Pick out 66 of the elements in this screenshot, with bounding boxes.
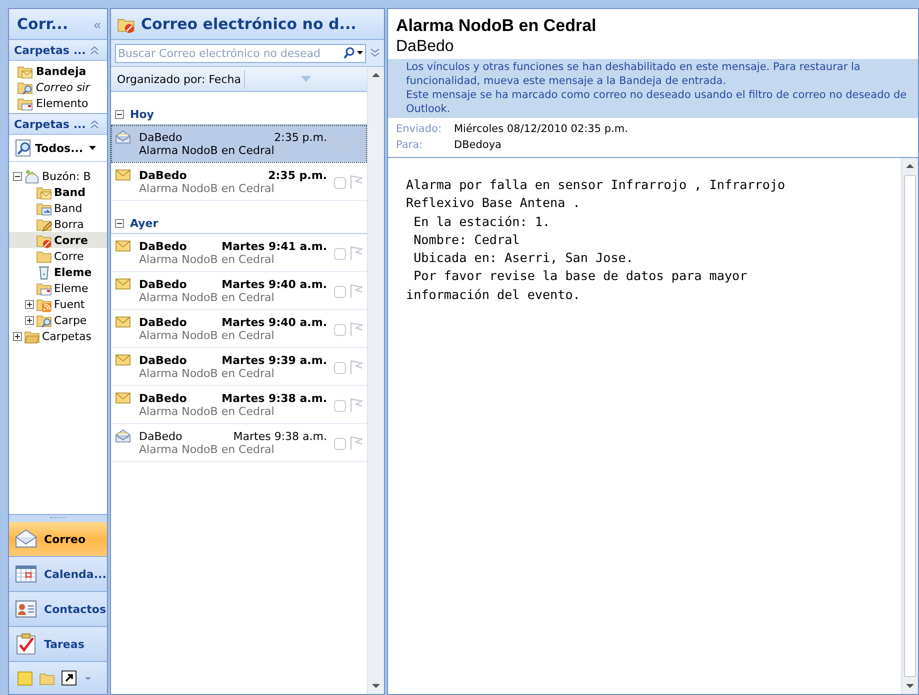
message-item[interactable]: DaBedo Martes 9:39 a.m. Alarma NodoB en Cedral (111, 348, 367, 386)
message-subject: Alarma NodoB en Cedral (139, 182, 276, 194)
message-subject: Alarma NodoB en Cedral (139, 328, 276, 342)
message-subject: Alarma NodoB en Cedral (139, 442, 276, 456)
pane-title: Corr... (17, 15, 68, 33)
received-time: Martes 9:39 a.m. (222, 354, 327, 366)
field-value: Miércoles 08/12/2010 02:35 p.m. (454, 123, 628, 135)
received-time: Martes 9:38 a.m. (233, 430, 327, 442)
view-dropdown[interactable]: Todos... (15, 139, 100, 157)
field-value: DBedoya (454, 139, 502, 151)
sender: DaBedo (139, 168, 187, 182)
message-item[interactable]: DaBedo Martes 9:40 a.m. Alarma NodoB en Cedral (111, 310, 367, 348)
received-time: Martes 9:38 a.m. (222, 392, 327, 404)
section-title: Carpetas ... (14, 44, 86, 56)
folder-item[interactable]: Corre (9, 248, 107, 264)
message-item[interactable]: DaBedo 2:35 p.m. Alarma NodoB en Cedral (111, 163, 367, 201)
info-bar[interactable]: Los vínculos y otras funciones se han deshabilitado en este mensaje. Para restaurar la funcionalidad, mueva este mensaje a la Bandeja de entrada. Este mensaje se ha marcado como correo no deseado usando el filtro de correo no deseado de Outlook. (388, 59, 918, 118)
message-subject: Alarma NodoB en Cedral (139, 144, 276, 156)
message-item[interactable]: DaBedo Martes 9:38 a.m. Alarma NodoB en Cedral (111, 386, 367, 424)
nav-button[interactable]: Calenda... (9, 557, 107, 592)
message-subject: Alarma NodoB en Cedral (139, 290, 276, 304)
folder-item[interactable]: Fuent (9, 296, 107, 312)
folder-title: Correo electrónico no d... (141, 15, 356, 33)
message-subject: Alarma NodoB en Cedral (139, 252, 276, 266)
nav-button[interactable]: Contactos (9, 592, 107, 627)
field-label: Enviado: (396, 123, 442, 135)
sender: DaBedo (139, 278, 187, 290)
sender: DaBedo (395, 37, 455, 57)
message-item[interactable]: DaBedo Martes 9:41 a.m. Alarma NodoB en Cedral (111, 234, 367, 272)
nav-button[interactable]: Correo (9, 522, 107, 557)
sender: DaBedo (139, 240, 187, 252)
sender: DaBedo (139, 392, 187, 404)
sender: DaBedo (139, 130, 182, 144)
sender: DaBedo (139, 316, 187, 328)
folder-item[interactable]: Borra (9, 216, 107, 232)
received-time: 2:35 p.m. (274, 130, 327, 144)
folder-item[interactable]: Carpetas (9, 328, 107, 344)
message-subject: Alarma NodoB en Cedral (395, 15, 598, 36)
folder-item[interactable]: Correo sir (17, 79, 107, 95)
folder-item[interactable]: Carpe (9, 312, 107, 328)
folder-item[interactable]: Band (9, 200, 107, 216)
message-item[interactable]: DaBedo 2:35 p.m. Alarma NodoB en Cedral (111, 125, 367, 163)
message-subject: Alarma NodoB en Cedral (139, 404, 276, 418)
folder-item[interactable]: Corre (9, 232, 107, 248)
group-header: Ayer (130, 216, 158, 230)
section-title: Carpetas ... (14, 118, 86, 130)
message-body: Alarma por falla en sensor Infrarrojo , Infrarrojo Reflexivo Base Antena . En la estación: 1. Nombre: Cedral Ubicada en: Aserri, San Jose. Por favor revise la base de datos para mayor información del evento. (405, 176, 786, 304)
folder-item[interactable]: Buzón: B (9, 168, 107, 184)
field-label: Para: (396, 139, 424, 151)
folder-item[interactable]: Band (9, 184, 107, 200)
nav-button[interactable]: Tareas (9, 627, 107, 662)
received-time: Martes 9:40 a.m. (222, 278, 327, 290)
sender: DaBedo (139, 354, 187, 366)
search-field[interactable]: Buscar Correo electrónico no desead (115, 44, 366, 62)
folder-item[interactable]: Eleme (9, 264, 107, 280)
folder-item[interactable]: Elemento (17, 95, 107, 111)
folder-item[interactable]: Eleme (9, 280, 107, 296)
received-time: Martes 9:40 a.m. (222, 316, 327, 328)
received-time: 2:35 p.m. (268, 168, 327, 182)
message-subject: Alarma NodoB en Cedral (139, 366, 276, 380)
received-time: Martes 9:41 a.m. (222, 240, 327, 252)
folder-item[interactable]: Bandeja (17, 63, 107, 79)
message-item[interactable]: DaBedo Martes 9:40 a.m. Alarma NodoB en Cedral (111, 272, 367, 310)
sender: DaBedo (139, 430, 182, 442)
message-item[interactable]: DaBedo Martes 9:38 a.m. Alarma NodoB en Cedral (111, 424, 367, 462)
group-header: Hoy (130, 108, 154, 120)
